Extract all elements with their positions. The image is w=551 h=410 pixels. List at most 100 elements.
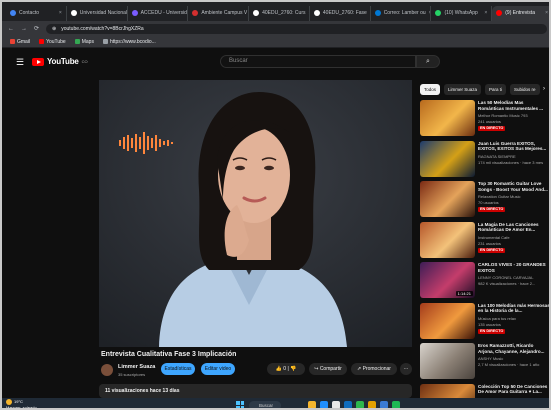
- tab-favicon-icon: [435, 10, 442, 16]
- filter-chips: Todos Limmer Suaza Para ti Subidos re: [420, 84, 540, 95]
- video-thumbnail[interactable]: [420, 343, 475, 379]
- video-thumbnail[interactable]: 1:14:21: [420, 262, 475, 298]
- recommended-meta: 982 K visualizaciones · hace 2...: [478, 281, 536, 286]
- tab-label: 40EDU_2760: Curs: [262, 10, 306, 16]
- video-thumbnail[interactable]: [420, 140, 475, 177]
- reload-icon[interactable]: ⟳: [34, 25, 39, 32]
- recommended-video[interactable]: La Magia De Las Canciones Románticas De …: [420, 221, 549, 260]
- browser-tab-strip: Contacto×Universidad Nacional×ACCEDU - U…: [2, 2, 549, 21]
- bookmark-favicon-icon: [102, 39, 108, 44]
- taskbar-app-icon[interactable]: [392, 401, 400, 408]
- video-thumbnail[interactable]: [420, 302, 475, 339]
- video-player[interactable]: [99, 80, 412, 347]
- browser-tab[interactable]: 40EDU_2760: Fase×: [310, 5, 371, 21]
- browser-tab[interactable]: ACCEDU - Universida×: [128, 5, 189, 21]
- channel-name[interactable]: Limmer Suaza: [118, 364, 155, 370]
- search-label: Buscar: [259, 402, 274, 408]
- youtube-logo[interactable]: YouTube CO: [32, 57, 88, 66]
- more-actions-button[interactable]: ···: [400, 363, 412, 375]
- video-frame: [99, 80, 412, 347]
- taskbar-app-icon[interactable]: [356, 401, 364, 408]
- address-bar[interactable]: ⊕ youtube.com/watch?v=8BcrJhgXZRa: [46, 23, 547, 34]
- bookmark-label: Gmail: [17, 38, 31, 45]
- forward-icon[interactable]: →: [21, 26, 27, 32]
- site-info-icon[interactable]: ⊕: [52, 26, 56, 32]
- search-input[interactable]: Buscar: [220, 55, 416, 68]
- promote-button[interactable]: ⇗ Promocionar: [351, 363, 397, 375]
- recommended-title: Las 50 Melodías Mas Románticas Instrumen…: [478, 100, 544, 111]
- tab-label: ACCEDU - Universida: [140, 10, 189, 16]
- tab-favicon-icon: [253, 10, 260, 16]
- bookmark-item[interactable]: YouTube: [39, 39, 66, 45]
- browser-toolbar: ← → ⟳ ⊕ youtube.com/watch?v=8BcrJhgXZRa: [2, 21, 549, 36]
- recommended-video[interactable]: Juan Luis Guerra EXITOS, EXITOS, EXITOS …: [420, 140, 549, 179]
- share-label: Compartir: [319, 366, 342, 372]
- windows-icon: [236, 401, 244, 408]
- live-badge: EN DIRECTO: [478, 328, 506, 334]
- video-thumbnail[interactable]: [420, 221, 475, 258]
- video-thumbnail[interactable]: [420, 100, 475, 136]
- recommended-video[interactable]: Las 100 Melodías más Hermosas en la Hist…: [420, 302, 549, 341]
- edit-video-button[interactable]: Editar video: [201, 363, 235, 375]
- analytics-button[interactable]: Estadísticas: [161, 363, 195, 375]
- description-box[interactable]: 11 visualizaciones hace 13 días: [99, 384, 412, 398]
- close-tab-icon[interactable]: ×: [545, 10, 548, 16]
- taskbar-app-icon[interactable]: [332, 401, 340, 408]
- filter-chip[interactable]: Para ti: [485, 84, 507, 95]
- taskbar-app-icon[interactable]: [344, 401, 352, 408]
- filter-chip[interactable]: Subidos re: [510, 84, 540, 95]
- tab-favicon-icon: [496, 10, 503, 16]
- tab-label: Correo: Lamber ou: [383, 10, 426, 16]
- like-dislike-button[interactable]: 👍 0 | 👎: [267, 363, 305, 375]
- browser-tab[interactable]: 40EDU_2760: Curs×: [249, 5, 310, 21]
- bookmark-item[interactable]: Gmail: [10, 39, 30, 45]
- browser-tab[interactable]: (9) Entrevista ×: [492, 5, 549, 21]
- recommended-video[interactable]: Eros Ramazzotti, Ricardo Arjona, Chayann…: [420, 343, 549, 381]
- filter-chip[interactable]: Todos: [420, 84, 441, 95]
- like-count: 0: [283, 366, 287, 372]
- taskbar-app-icon[interactable]: [308, 401, 316, 408]
- share-button[interactable]: ↪ Compartir: [309, 363, 347, 375]
- recommended-meta: 174 mil visualizaciones · hace 3 mes: [478, 159, 544, 165]
- live-badge: EN DIRECTO: [478, 247, 506, 253]
- view-count-date: 11 visualizaciones hace 13 días: [105, 388, 180, 394]
- recommended-channel: ANSHY Music: [478, 356, 504, 361]
- close-tab-icon[interactable]: ×: [484, 10, 487, 16]
- video-thumbnail[interactable]: [420, 181, 475, 217]
- browser-tab[interactable]: Contacto ×: [6, 5, 67, 21]
- recommended-title: Top 30 Romantic Guitar Love Songs - Boos…: [478, 181, 548, 192]
- browser-tab[interactable]: Universidad Nacional×: [67, 5, 128, 21]
- recommended-meta: 70 usuarios: [478, 200, 499, 205]
- taskbar-app-icon[interactable]: [368, 401, 376, 408]
- search-button[interactable]: ⌕: [416, 55, 440, 68]
- browser-tab[interactable]: (10) WhatsApp ×: [431, 5, 493, 21]
- tab-favicon-icon: [131, 10, 138, 16]
- channel-avatar[interactable]: [101, 364, 113, 376]
- recommended-video[interactable]: Las 50 Melodías Mas Románticas Instrumen…: [420, 100, 549, 138]
- recommended-channel: Relaxation Guitar Music: [478, 194, 521, 199]
- bookmark-item[interactable]: Maps: [74, 39, 94, 45]
- recommended-channel: RAGNATA SIEMPRE: [478, 153, 516, 159]
- recommended-video[interactable]: 1:14:21 CARLOS VIVES - 20 GRANDES EXITOS L…: [420, 262, 549, 300]
- taskbar-app-icon[interactable]: [380, 401, 388, 408]
- url-text: youtube.com/watch?v=8BcrJhgXZRa: [61, 25, 144, 32]
- recommended-video[interactable]: Top 30 Romantic Guitar Love Songs - Boos…: [420, 181, 549, 219]
- back-icon[interactable]: ←: [8, 26, 14, 32]
- taskbar-app-icon[interactable]: [320, 401, 328, 408]
- chevron-right-icon[interactable]: ›: [543, 84, 545, 95]
- bookmark-label: https://www.bcodio...: [109, 38, 156, 45]
- weather-widget[interactable]: 19°C Mayorm. soleado: [6, 399, 37, 410]
- menu-icon[interactable]: ☰: [16, 58, 24, 67]
- weather-text: Mayorm. soleado: [6, 405, 37, 410]
- bookmark-item[interactable]: https://www.bcodio...: [102, 38, 156, 45]
- start-button[interactable]: [236, 401, 244, 408]
- taskbar-search[interactable]: Buscar: [249, 400, 281, 408]
- recommended-channel: Melhor Romantic Music 793: [478, 113, 528, 118]
- close-tab-icon[interactable]: ×: [59, 10, 62, 16]
- browser-tab[interactable]: Ambiente Campus V×: [188, 5, 250, 21]
- recommended-title: La Magia De Las Canciones Románticas De …: [478, 221, 539, 233]
- browser-tab[interactable]: Correo: Lamber ou ×: [371, 5, 432, 21]
- tab-label: 40EDU_2760: Fase: [322, 10, 367, 16]
- filter-chip[interactable]: Limmer Suaza: [444, 84, 482, 95]
- tab-favicon-icon: [313, 10, 320, 16]
